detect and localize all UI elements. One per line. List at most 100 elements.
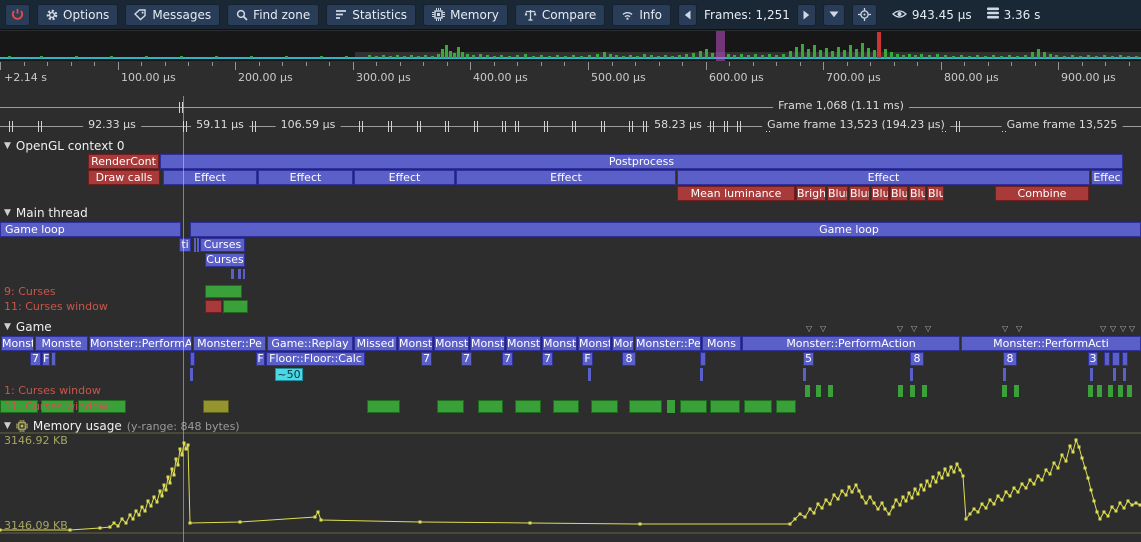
lock-bar[interactable] — [744, 400, 772, 413]
zone[interactable]: Combine — [995, 186, 1089, 201]
lock-bar[interactable] — [898, 385, 903, 397]
collapsed-zones-icon[interactable]: ▽ — [1129, 324, 1135, 333]
lock-bar[interactable] — [1014, 385, 1019, 397]
zone[interactable] — [700, 352, 706, 366]
zone[interactable] — [194, 238, 196, 252]
lock-bar[interactable] — [437, 400, 464, 413]
zone[interactable]: Draw calls — [88, 170, 160, 185]
zone[interactable] — [1104, 352, 1110, 366]
collapse-arrow-icon[interactable]: ▼ — [4, 141, 11, 151]
collapsed-zones-icon[interactable]: ▽ — [911, 324, 917, 333]
zone[interactable]: Curses — [200, 238, 245, 252]
zone[interactable] — [1003, 368, 1006, 381]
lock-bar[interactable] — [1127, 385, 1132, 397]
lock-bar[interactable] — [1108, 385, 1113, 397]
zone[interactable]: 8 — [910, 352, 924, 366]
collapsed-zones-icon[interactable]: ▽ — [897, 324, 903, 333]
frame-label[interactable]: Frame 1,068 (1.11 ms) — [773, 99, 909, 112]
zone[interactable] — [1112, 352, 1120, 366]
zone[interactable] — [51, 352, 56, 366]
zone[interactable]: Postprocess — [160, 154, 1123, 169]
info-button[interactable]: Info — [612, 4, 671, 26]
section-header-game[interactable]: ▼Game — [4, 320, 52, 334]
zone[interactable]: Effect — [456, 170, 676, 185]
lock-bar[interactable] — [667, 400, 675, 413]
zone[interactable]: Effect — [163, 170, 257, 185]
zone[interactable]: Monster::PerformAction — [742, 336, 960, 351]
zone[interactable]: Effect — [677, 170, 1090, 185]
zone[interactable]: 5 — [803, 352, 814, 366]
zone[interactable]: Floor::Floor::Calc — [266, 352, 365, 366]
lock-bar[interactable] — [922, 385, 927, 397]
zone[interactable]: Monste — [35, 336, 88, 351]
frame-label[interactable]: 92.33 µs — [83, 118, 141, 131]
zone[interactable]: Blur — [909, 186, 926, 201]
zone[interactable] — [588, 368, 591, 381]
zone[interactable]: F — [582, 352, 593, 366]
lock-bar[interactable] — [828, 385, 833, 397]
memory-button[interactable]: Memory — [423, 4, 508, 26]
zone[interactable]: 7 — [461, 352, 472, 366]
zone[interactable]: 3 — [1088, 352, 1098, 366]
lock-bar[interactable] — [515, 400, 541, 413]
prev-frame-button[interactable] — [678, 4, 697, 26]
frame-label[interactable]: Game frame 13,523 (194.23 µs) — [762, 118, 950, 131]
lock-bar[interactable] — [78, 400, 126, 413]
compare-button[interactable]: Compare — [515, 4, 605, 26]
lock-bar[interactable] — [591, 400, 618, 413]
frame-row-line-2[interactable] — [0, 126, 1141, 127]
collapsed-zones-icon[interactable]: ▽ — [820, 324, 826, 333]
zone[interactable]: Mons — [612, 336, 634, 351]
frame-label[interactable]: 59.11 µs — [191, 118, 249, 131]
collapsed-zones-icon[interactable]: ▽ — [1002, 324, 1008, 333]
frame-label[interactable]: 106.59 µs — [276, 118, 341, 131]
collapsed-zones-icon[interactable]: ▽ — [1120, 324, 1126, 333]
zone[interactable]: Effect — [258, 170, 353, 185]
zone[interactable]: F — [256, 352, 265, 366]
collapse-arrow-icon[interactable]: ▼ — [4, 322, 11, 332]
zone[interactable] — [243, 269, 245, 279]
lock-bar[interactable] — [203, 400, 229, 413]
zone[interactable]: Blur — [827, 186, 848, 201]
zone[interactable] — [910, 368, 913, 381]
lock-bar[interactable] — [1002, 385, 1007, 397]
collapsed-zones-icon[interactable]: ▽ — [1110, 324, 1116, 333]
lock-bar[interactable] — [367, 400, 400, 413]
next-frame-button[interactable] — [797, 4, 816, 26]
zone[interactable]: Effec — [1091, 170, 1123, 185]
zone[interactable] — [700, 368, 703, 381]
zone[interactable]: Blur — [849, 186, 870, 201]
frame-label[interactable]: 58.23 µs — [649, 118, 707, 131]
zone[interactable]: Monst — [506, 336, 541, 351]
zone[interactable]: Game::Replay — [267, 336, 353, 351]
zone[interactable] — [1113, 368, 1116, 381]
statistics-button[interactable]: Statistics — [326, 4, 416, 26]
options-button[interactable]: Options — [37, 4, 118, 26]
lock-bar[interactable] — [629, 400, 662, 413]
zone[interactable]: Monst — [398, 336, 433, 351]
zone[interactable] — [190, 352, 195, 366]
collapse-arrow-icon[interactable]: ▼ — [4, 208, 11, 218]
power-button[interactable] — [5, 4, 30, 26]
zone[interactable]: Monster::Pe — [635, 336, 701, 351]
lock-bar[interactable] — [1118, 385, 1123, 397]
frame-label[interactable]: Game frame 13,525 — [1002, 118, 1123, 131]
zone[interactable]: Blur — [871, 186, 889, 201]
collapsed-zones-icon[interactable]: ▽ — [1016, 324, 1022, 333]
zone[interactable]: Blur — [890, 186, 908, 201]
zone[interactable]: Effect — [354, 170, 455, 185]
zone[interactable]: 7 — [542, 352, 553, 366]
zone[interactable]: Brigh — [796, 186, 826, 201]
goto-frame-button[interactable] — [852, 4, 877, 26]
zone[interactable]: Monst — [470, 336, 505, 351]
lock-bar[interactable] — [478, 400, 503, 413]
zone[interactable]: Missed — [354, 336, 397, 351]
collapsed-zones-icon[interactable]: ▽ — [806, 324, 812, 333]
lock-bar[interactable] — [680, 400, 707, 413]
zone[interactable]: Game loop — [190, 222, 1141, 237]
zone[interactable]: 7 — [30, 352, 41, 366]
zone[interactable]: 7 — [502, 352, 513, 366]
lock-bar[interactable] — [553, 400, 579, 413]
zone[interactable] — [1123, 368, 1126, 381]
zone[interactable] — [238, 269, 241, 279]
